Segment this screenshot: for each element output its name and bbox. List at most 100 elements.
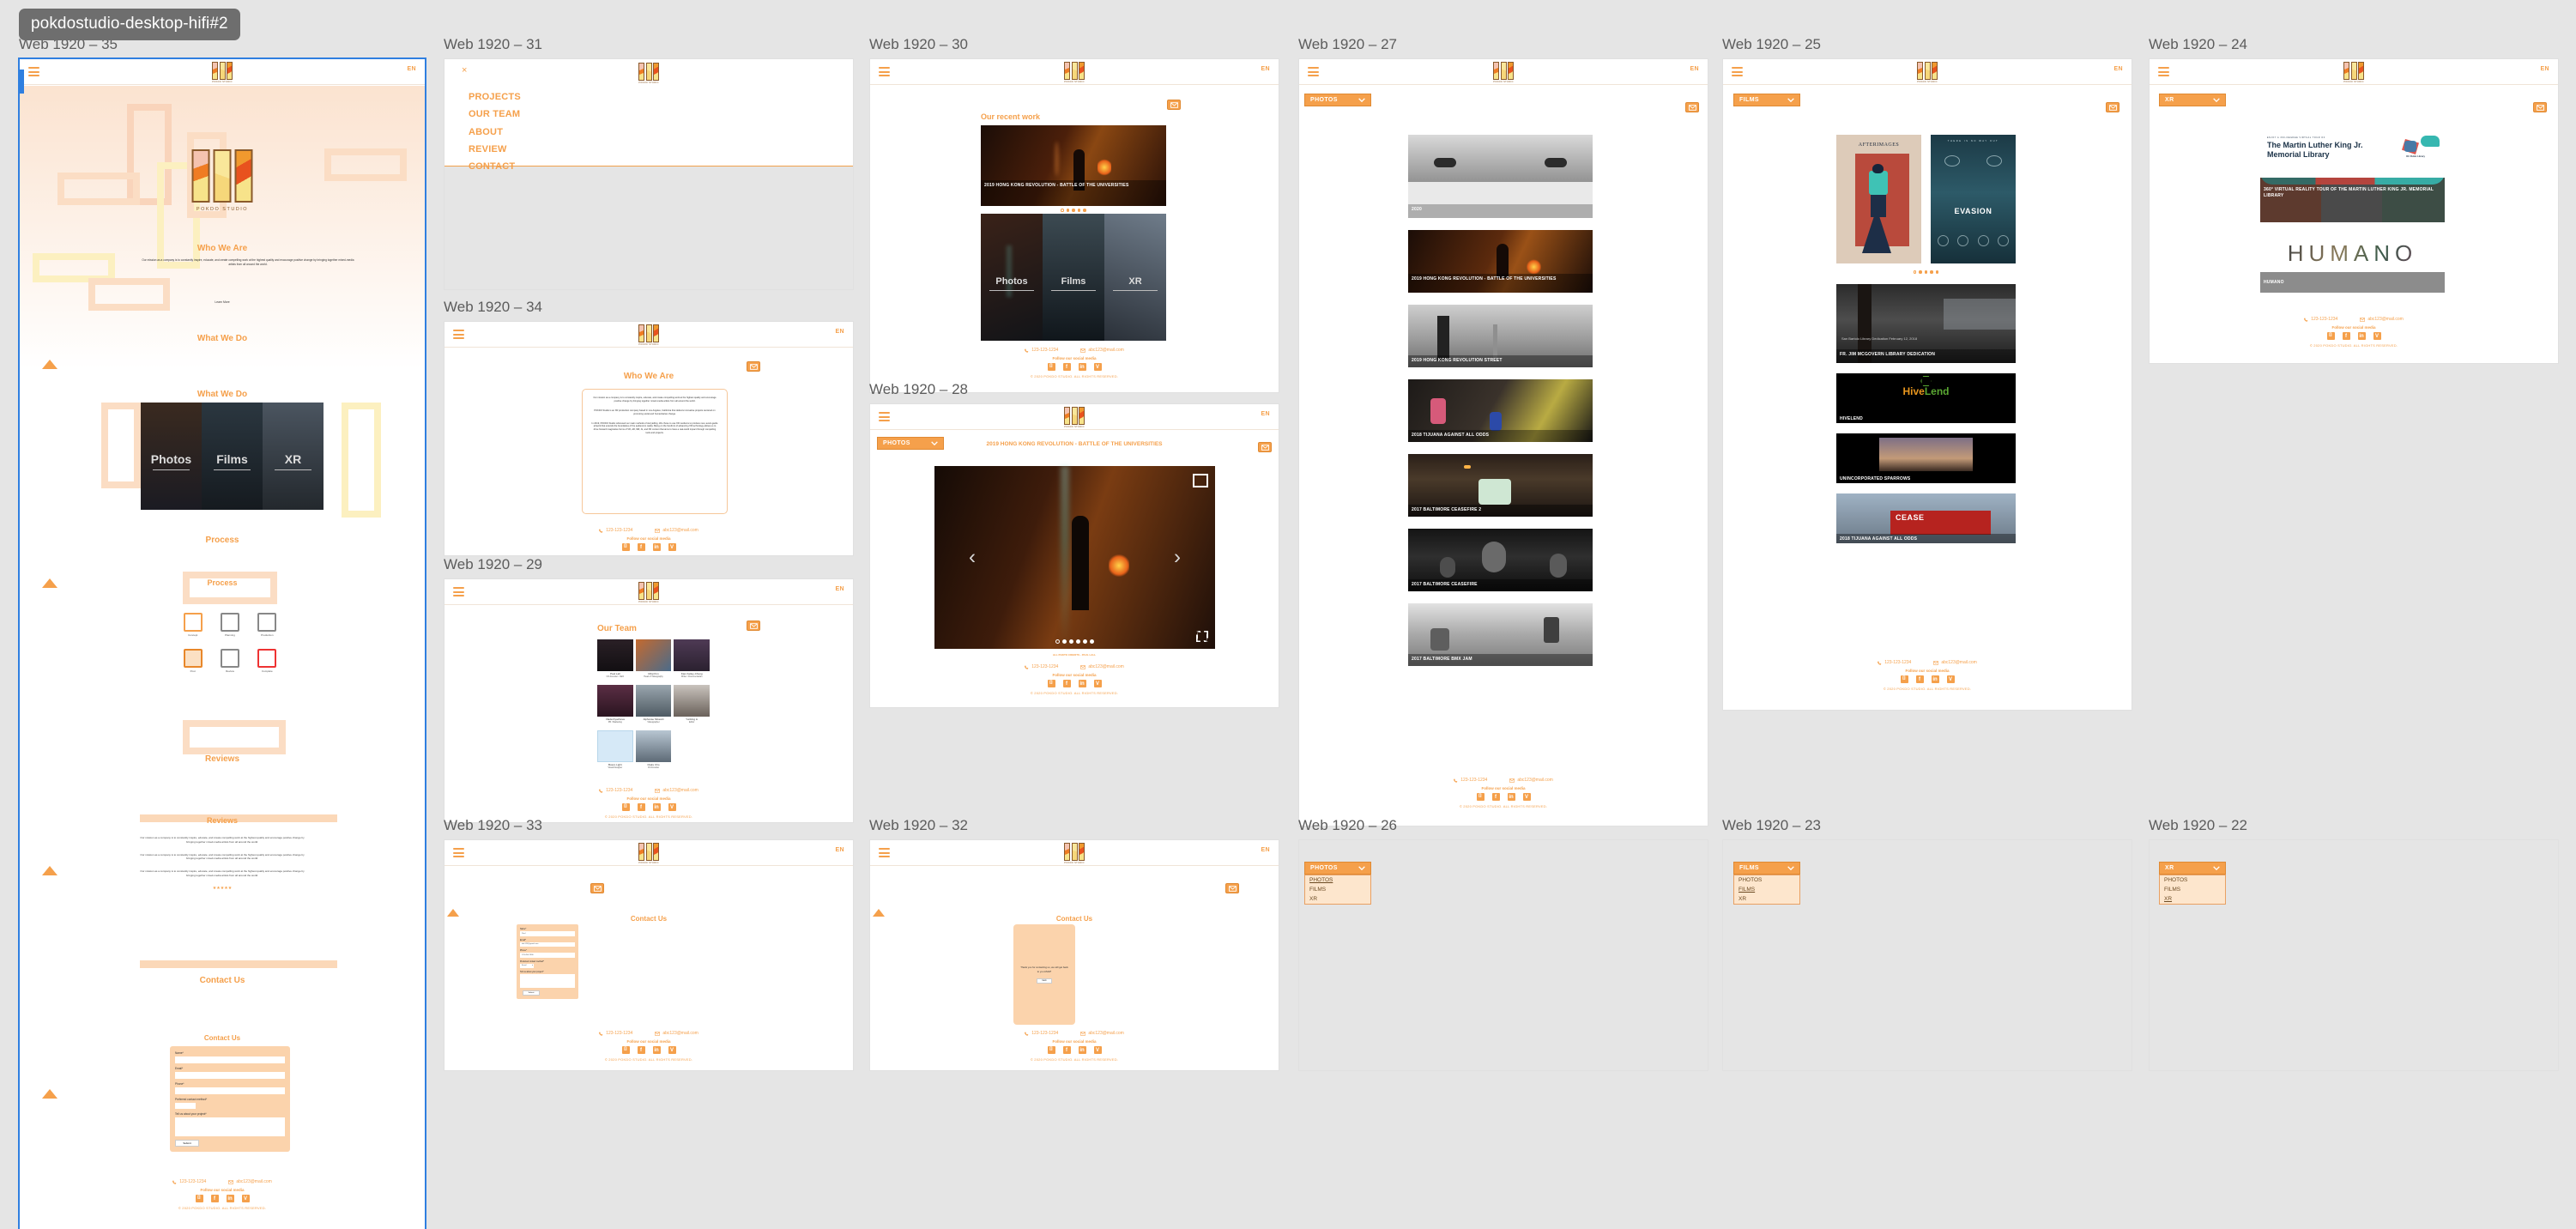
- logo-icon[interactable]: [2343, 62, 2364, 80]
- linkedin-icon[interactable]: in: [226, 1195, 234, 1202]
- category-dropdown[interactable]: PHOTOS: [877, 437, 944, 450]
- prev-arrow-icon[interactable]: ‹: [969, 547, 976, 567]
- next-arrow-icon[interactable]: ›: [1174, 547, 1181, 567]
- instagram-icon[interactable]: ⌷: [1900, 675, 1908, 683]
- frame-canvas[interactable]: POKDO STUDIO EN Our recent work 2019 HON…: [869, 58, 1279, 393]
- tile-xr[interactable]: XR: [263, 403, 324, 510]
- linkedin-icon[interactable]: in: [1078, 363, 1086, 371]
- name-input[interactable]: Paul: [520, 931, 575, 936]
- frame-web-1920-29[interactable]: Web 1920 – 29 POKDO STUDIO EN Our Team P…: [444, 556, 854, 823]
- team-member[interactable]: Alphonse Silvestri Videographer: [635, 685, 672, 723]
- frame-canvas[interactable]: POKDO STUDIO EN PHOTOS 2019 HONG KONG RE…: [869, 403, 1279, 708]
- process-step[interactable]: Planning: [215, 613, 244, 637]
- film-list[interactable]: San Bartolo Library Dedication February …: [1836, 284, 2016, 552]
- team-member[interactable]: Vlada Dyacheva PR / Marketing: [597, 685, 633, 723]
- instagram-icon[interactable]: ⌷: [2326, 332, 2335, 340]
- frame-web-1920-26[interactable]: Web 1920 – 26 PHOTOS PHOTOS FILMS XR: [1298, 817, 1708, 1071]
- language-toggle[interactable]: EN: [2540, 66, 2549, 72]
- project-card[interactable]: 2020: [1408, 135, 1593, 218]
- contact-form[interactable]: Name* Paul Email* abc123@gmail.com Phone…: [517, 924, 578, 999]
- facebook-icon[interactable]: f: [210, 1195, 219, 1202]
- frame-canvas[interactable]: POKDO STUDIO EN POKDO STUDIO Who We Are …: [18, 58, 426, 1229]
- vimeo-icon[interactable]: V: [668, 1046, 676, 1054]
- mail-button[interactable]: [2106, 102, 2119, 112]
- frame-web-1920-33[interactable]: Web 1920 – 33 POKDO STUDIO EN Contact Us…: [444, 817, 854, 1071]
- logo-icon[interactable]: [638, 324, 659, 342]
- language-toggle[interactable]: EN: [1690, 66, 1699, 72]
- process-step[interactable]: Production: [253, 613, 281, 637]
- submit-button[interactable]: Submit: [523, 990, 540, 996]
- team-member[interactable]: Kian Kelley-Chung Writer / Documentarian: [674, 639, 710, 678]
- project-card[interactable]: 2017 BALTIMORE CEASEFIRE 2: [1408, 454, 1593, 517]
- language-toggle[interactable]: EN: [835, 329, 844, 335]
- instagram-icon[interactable]: ⌷: [1476, 793, 1485, 801]
- vimeo-icon[interactable]: V: [1093, 363, 1102, 371]
- page-title-pill[interactable]: pokdostudio-desktop-hifi#2: [19, 9, 240, 40]
- film-card[interactable]: CEASE 2018 TIJUANA AGAINST ALL ODDS: [1836, 493, 2016, 543]
- instagram-icon[interactable]: ⌷: [621, 1046, 630, 1054]
- language-toggle[interactable]: EN: [1261, 847, 1270, 853]
- dropdown-option-photos[interactable]: PHOTOS: [1305, 875, 1370, 885]
- logo-icon[interactable]: [1917, 62, 1938, 80]
- linkedin-icon[interactable]: in: [1507, 793, 1515, 801]
- linkedin-icon[interactable]: in: [652, 1046, 661, 1054]
- frame-web-1920-35[interactable]: Web 1920 – 35 POKDO STUDIO EN POKDO STUD…: [18, 36, 426, 1229]
- dropdown-option-films[interactable]: FILMS: [1734, 885, 1799, 894]
- facebook-icon[interactable]: f: [637, 1046, 645, 1054]
- nav-item-review[interactable]: REVIEW: [469, 141, 521, 158]
- linkedin-icon[interactable]: in: [1078, 1046, 1086, 1054]
- poster-afterimages[interactable]: AFTERIMAGES: [1836, 135, 1921, 263]
- instagram-icon[interactable]: ⌷: [621, 543, 630, 551]
- vimeo-icon[interactable]: V: [1946, 675, 1955, 683]
- language-toggle[interactable]: EN: [1261, 411, 1270, 417]
- design-canvas[interactable]: pokdostudio-desktop-hifi#2 Web 1920 – 35…: [0, 0, 2576, 1229]
- vimeo-icon[interactable]: V: [668, 543, 676, 551]
- film-card[interactable]: HiveLend HIVELEND: [1836, 373, 2016, 423]
- logo-icon[interactable]: [1493, 62, 1514, 80]
- tile-films[interactable]: Films: [1043, 214, 1104, 341]
- scroll-to-top-icon[interactable]: [42, 866, 57, 875]
- category-dropdown[interactable]: XR: [2159, 862, 2226, 875]
- frame-canvas[interactable]: XR PHOTOS FILMS XR: [2149, 839, 2559, 1071]
- category-dropdown[interactable]: XR: [2159, 94, 2226, 106]
- menu-icon[interactable]: [879, 412, 890, 424]
- vimeo-icon[interactable]: V: [241, 1195, 250, 1202]
- menu-icon[interactable]: [1732, 67, 1743, 79]
- xr-card[interactable]: 360° VIRTUAL REALITY TOUR OF THE MARTIN …: [2260, 178, 2445, 222]
- language-toggle[interactable]: EN: [835, 586, 844, 592]
- facebook-icon[interactable]: f: [1915, 675, 1924, 683]
- linkedin-icon[interactable]: in: [652, 803, 661, 811]
- dropdown-options[interactable]: PHOTOS FILMS XR: [1733, 875, 1800, 905]
- team-member[interactable]: Bosco Light Visual Designer: [597, 730, 633, 769]
- nav-item-contact[interactable]: CONTACT: [469, 158, 521, 175]
- carousel-dots[interactable]: [1836, 270, 2016, 274]
- nav-item-projects[interactable]: PROJECTS: [469, 88, 521, 106]
- poster-evasion[interactable]: THERE IS NO WAY OUT EVASION: [1931, 135, 2016, 263]
- dropdown-options[interactable]: PHOTOS FILMS XR: [1304, 875, 1371, 905]
- contact-form[interactable]: Name* Email* Phone* Preferred contact me…: [170, 1046, 290, 1152]
- frame-canvas[interactable]: POKDO STUDIO EN XR ENJOY A 360-DEGREE VI…: [2149, 58, 2559, 364]
- language-toggle[interactable]: EN: [835, 847, 844, 853]
- back-button[interactable]: back: [1037, 978, 1052, 984]
- logo-icon[interactable]: [212, 62, 233, 80]
- menu-icon[interactable]: [2158, 67, 2169, 79]
- frame-web-1920-30[interactable]: Web 1920 – 30 POKDO STUDIO EN Our recent…: [869, 36, 1279, 393]
- facebook-icon[interactable]: f: [2342, 332, 2350, 340]
- project-list[interactable]: 2020 2019 HONG KONG REVOLUTION - BATTLE …: [1408, 135, 1593, 675]
- facebook-icon[interactable]: f: [1062, 1046, 1071, 1054]
- xr-card[interactable]: HUMANO: [2260, 272, 2445, 293]
- nav-menu[interactable]: PROJECTS OUR TEAM ABOUT REVIEW CONTACT: [469, 88, 521, 176]
- dropdown-option-films[interactable]: FILMS: [1305, 885, 1370, 894]
- project-textarea[interactable]: [520, 974, 575, 988]
- team-member[interactable]: Yunbing Li Editor: [674, 685, 710, 723]
- frame-canvas[interactable]: × POKDO STUDIO PROJECTS OUR TEAM ABOUT R…: [444, 58, 854, 290]
- gallery-icon[interactable]: [1193, 474, 1208, 487]
- learn-more-link[interactable]: Learn More: [20, 300, 425, 304]
- frame-web-1920-23[interactable]: Web 1920 – 23 FILMS PHOTOS FILMS XR: [1722, 817, 2132, 1071]
- frame-web-1920-32[interactable]: Web 1920 – 32 POKDO STUDIO EN Contact Us…: [869, 817, 1279, 1071]
- hero-card[interactable]: 2019 HONG KONG REVOLUTION - BATTLE OF TH…: [981, 125, 1166, 206]
- menu-icon[interactable]: [453, 848, 464, 860]
- team-member[interactable]: Minji Kim Head of Videography: [635, 639, 672, 678]
- dropdown-option-photos[interactable]: PHOTOS: [2160, 875, 2225, 885]
- language-toggle[interactable]: EN: [1261, 66, 1270, 72]
